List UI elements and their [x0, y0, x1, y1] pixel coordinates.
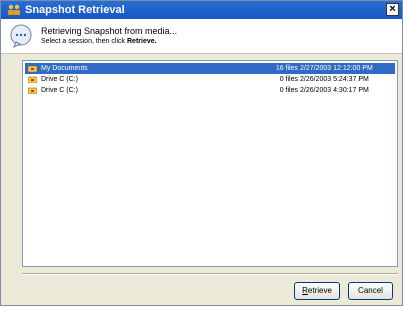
list-item[interactable]: Drive C (C:) 0 files 2/26/2003 5:24:37 P…: [25, 74, 395, 85]
header-subtitle-text: Select a session, then click: [41, 38, 126, 45]
session-files: 0 files: [279, 87, 298, 94]
close-button[interactable]: ×: [386, 3, 399, 16]
drive-icon: [28, 87, 37, 94]
header-subtitle: Select a session, then click Retrieve.: [41, 38, 157, 45]
session-date: 2/26/2003 5:24:37 PM: [300, 76, 369, 83]
session-files: 16 files: [275, 65, 298, 72]
session-date: 2/27/2003 12:12:00 PM: [300, 65, 373, 72]
list-item[interactable]: My Documents 16 files 2/27/2003 12:12:00…: [25, 63, 395, 74]
folder-icon: [28, 65, 37, 72]
retrieve-button-label: Retrieve: [302, 286, 332, 295]
drive-icon: [28, 76, 37, 83]
window-title: Snapshot Retrieval: [25, 4, 125, 16]
header-subtitle-bold: Retrieve.: [127, 38, 157, 45]
divider: [22, 273, 398, 275]
title-bar[interactable]: Snapshot Retrieval ×: [1, 1, 402, 19]
header-panel: Retrieving Snapshot from media... Select…: [1, 19, 402, 54]
session-files: 0 files: [279, 76, 298, 83]
session-name: Drive C (C:): [41, 76, 78, 83]
session-name: My Documents: [41, 65, 88, 72]
speech-bubble-icon: [10, 24, 32, 48]
header-title: Retrieving Snapshot from media...: [41, 26, 178, 36]
cancel-button[interactable]: Cancel: [348, 282, 393, 300]
people-icon: [8, 4, 20, 15]
snapshot-retrieval-dialog: Snapshot Retrieval × Retrieving Snapshot…: [0, 0, 403, 306]
session-date: 2/26/2003 4:30:17 PM: [300, 87, 369, 94]
list-item[interactable]: Drive C (C:) 0 files 2/26/2003 4:30:17 P…: [25, 85, 395, 96]
retrieve-button[interactable]: Retrieve: [294, 282, 340, 300]
session-list[interactable]: My Documents 16 files 2/27/2003 12:12:00…: [22, 60, 398, 267]
session-name: Drive C (C:): [41, 87, 78, 94]
